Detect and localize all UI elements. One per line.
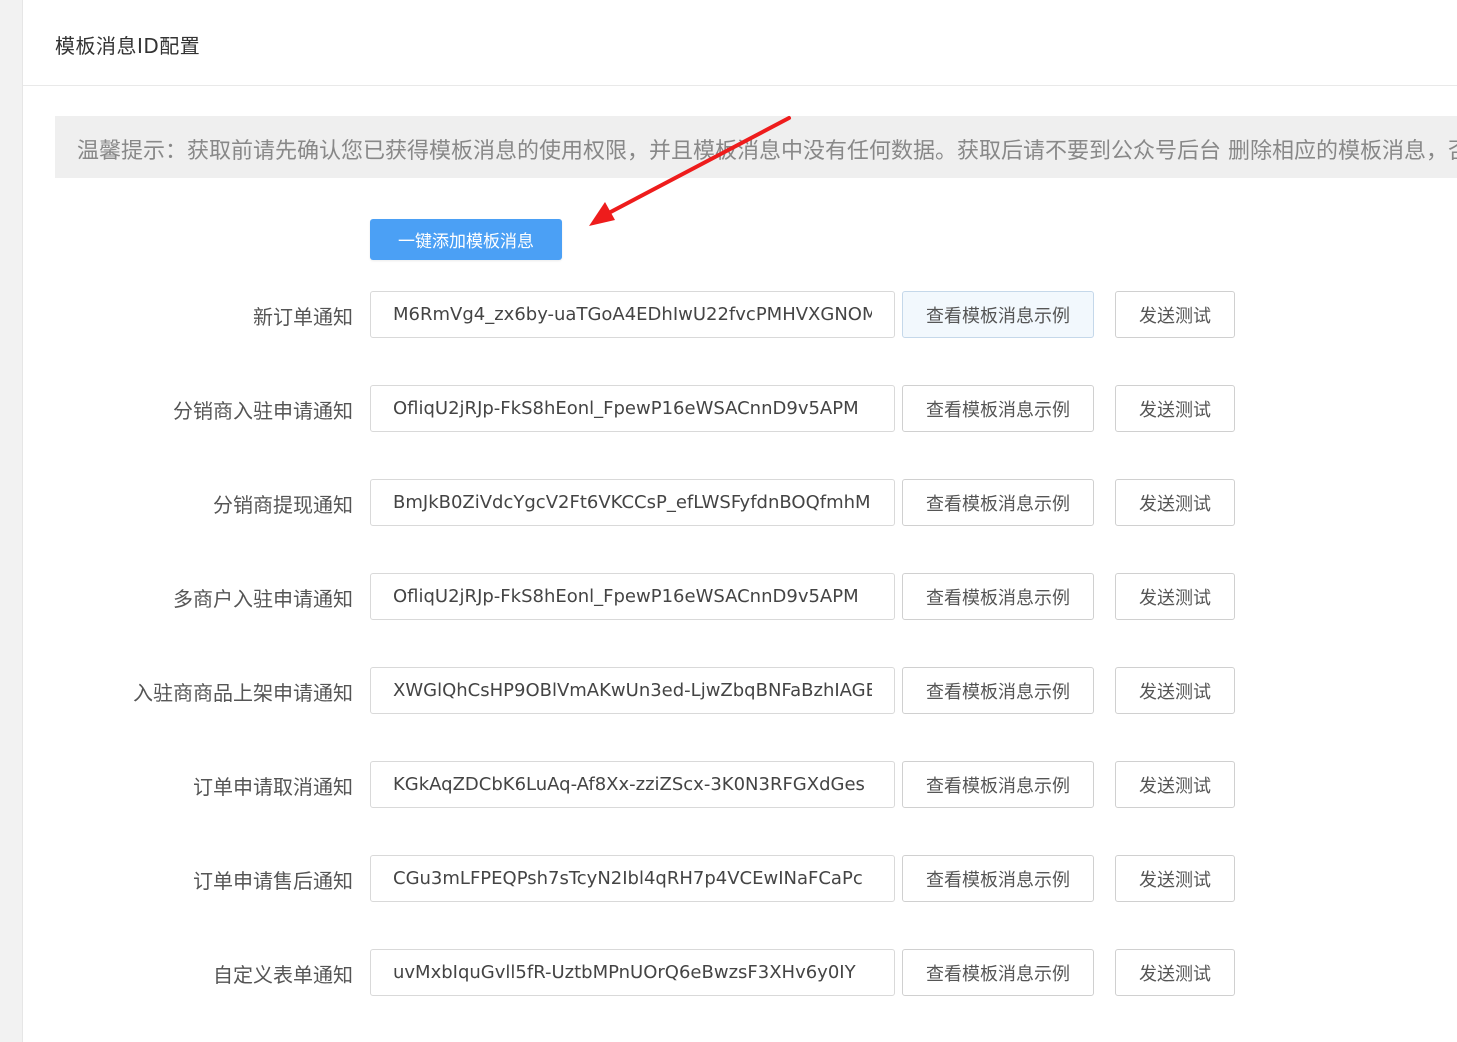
template-row-6: 订单申请售后通知 查看模板消息示例 发送测试	[23, 855, 1457, 903]
template-id-input[interactable]	[370, 761, 895, 808]
add-template-messages-button[interactable]: 一键添加模板消息	[370, 219, 562, 260]
template-label: 分销商提现通知	[213, 493, 353, 517]
template-row-5: 订单申请取消通知 查看模板消息示例 发送测试	[23, 761, 1457, 809]
view-example-button[interactable]: 查看模板消息示例	[902, 385, 1094, 432]
template-label: 订单申请取消通知	[193, 775, 353, 799]
view-example-button[interactable]: 查看模板消息示例	[902, 949, 1094, 996]
template-id-input[interactable]	[370, 667, 895, 714]
send-test-button[interactable]: 发送测试	[1115, 855, 1235, 902]
template-label: 新订单通知	[253, 305, 353, 329]
view-example-button[interactable]: 查看模板消息示例	[902, 573, 1094, 620]
send-test-button[interactable]: 发送测试	[1115, 761, 1235, 808]
template-label: 多商户入驻申请通知	[173, 587, 353, 611]
template-row-3: 多商户入驻申请通知 查看模板消息示例 发送测试	[23, 573, 1457, 621]
send-test-button[interactable]: 发送测试	[1115, 573, 1235, 620]
send-test-button[interactable]: 发送测试	[1115, 949, 1235, 996]
template-id-input[interactable]	[370, 855, 895, 902]
template-id-input[interactable]	[370, 479, 895, 526]
send-test-button[interactable]: 发送测试	[1115, 291, 1235, 338]
template-row-2: 分销商提现通知 查看模板消息示例 发送测试	[23, 479, 1457, 527]
view-example-button[interactable]: 查看模板消息示例	[902, 855, 1094, 902]
template-row-0: 新订单通知 查看模板消息示例 发送测试	[23, 291, 1457, 339]
template-id-input[interactable]	[370, 291, 895, 338]
template-label: 分销商入驻申请通知	[173, 399, 353, 423]
send-test-button[interactable]: 发送测试	[1115, 479, 1235, 526]
template-label: 自定义表单通知	[213, 963, 353, 987]
panel-header: 模板消息ID配置	[23, 0, 1457, 86]
template-id-input[interactable]	[370, 949, 895, 996]
template-id-input[interactable]	[370, 385, 895, 432]
template-row-7: 自定义表单通知 查看模板消息示例 发送测试	[23, 949, 1457, 997]
template-label: 入驻商商品上架申请通知	[133, 681, 353, 705]
config-panel: 模板消息ID配置 温馨提示：获取前请先确认您已获得模板消息的使用权限，并且模板消…	[22, 0, 1457, 1042]
view-example-button[interactable]: 查看模板消息示例	[902, 479, 1094, 526]
template-id-input[interactable]	[370, 573, 895, 620]
view-example-button[interactable]: 查看模板消息示例	[902, 291, 1094, 338]
send-test-button[interactable]: 发送测试	[1115, 385, 1235, 432]
send-test-button[interactable]: 发送测试	[1115, 667, 1235, 714]
template-row-1: 分销商入驻申请通知 查看模板消息示例 发送测试	[23, 385, 1457, 433]
view-example-button[interactable]: 查看模板消息示例	[902, 761, 1094, 808]
template-label: 订单申请售后通知	[193, 869, 353, 893]
template-row-4: 入驻商商品上架申请通知 查看模板消息示例 发送测试	[23, 667, 1457, 715]
page-title: 模板消息ID配置	[55, 34, 201, 58]
tip-banner: 温馨提示：获取前请先确认您已获得模板消息的使用权限，并且模板消息中没有任何数据。…	[55, 116, 1457, 178]
view-example-button[interactable]: 查看模板消息示例	[902, 667, 1094, 714]
